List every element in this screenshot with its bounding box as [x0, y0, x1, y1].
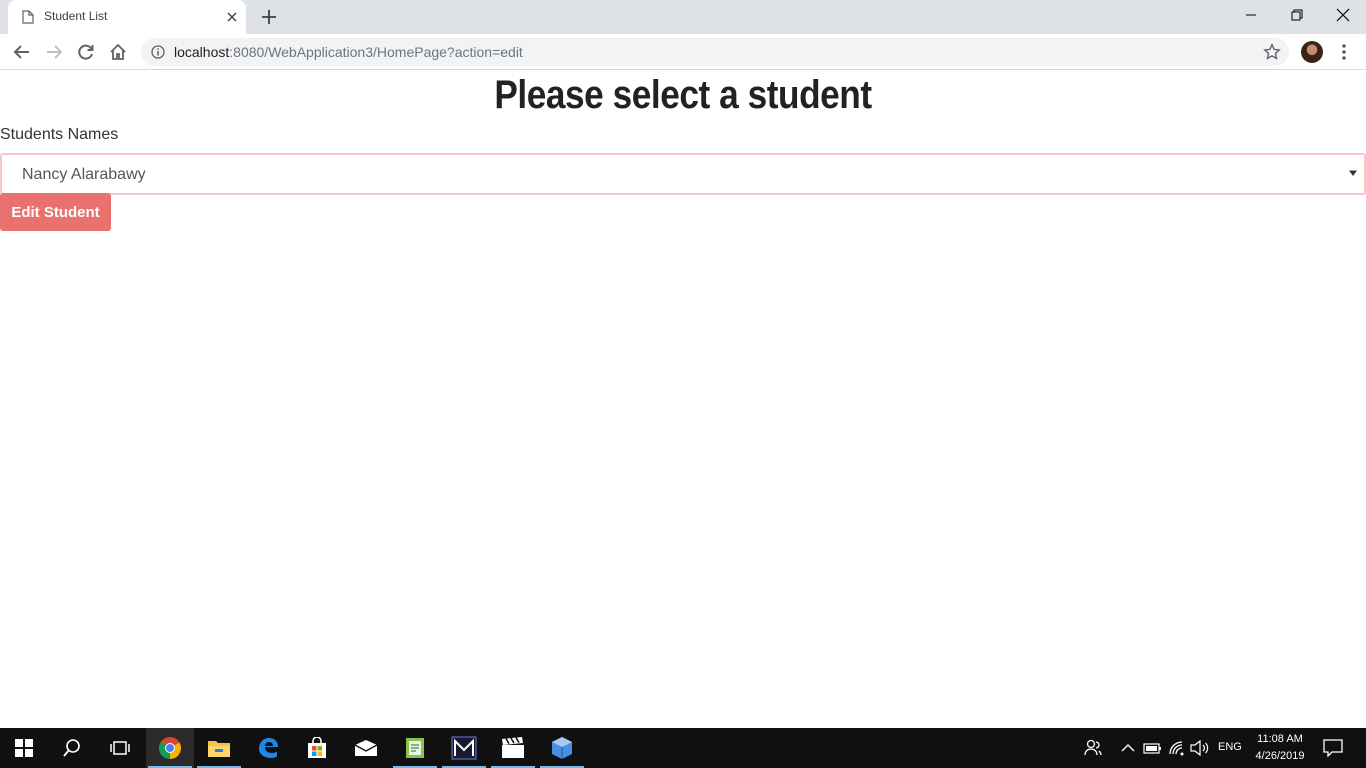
- wifi-icon: [1169, 741, 1184, 756]
- network-status[interactable]: [1167, 738, 1187, 758]
- action-center-button[interactable]: [1323, 738, 1343, 758]
- folder-icon: [208, 741, 230, 757]
- info-icon[interactable]: [151, 45, 165, 59]
- notification-icon: [1323, 739, 1343, 757]
- search-button[interactable]: [48, 728, 96, 768]
- clock-date: 4/26/2019: [1255, 750, 1305, 762]
- tab-close-icon[interactable]: [224, 9, 240, 25]
- taskbar-edge[interactable]: [244, 728, 292, 768]
- clock-time: 11:08 AM: [1257, 733, 1303, 745]
- back-button[interactable]: [10, 40, 34, 64]
- volume-control[interactable]: [1190, 738, 1210, 758]
- chevron-up-icon: [1121, 744, 1135, 752]
- chrome-icon: [159, 737, 181, 759]
- close-window-button[interactable]: [1320, 0, 1366, 30]
- people-button[interactable]: [1083, 738, 1103, 758]
- url-host: localhost: [174, 44, 230, 60]
- task-view-button[interactable]: [96, 728, 144, 768]
- store-bag-icon: [308, 737, 326, 758]
- mail-icon: [354, 740, 378, 756]
- people-icon: [1084, 739, 1102, 756]
- profile-avatar[interactable]: [1301, 41, 1323, 63]
- windows-taskbar: ENG 11:08 AM 4/26/2019: [0, 728, 1366, 768]
- start-button[interactable]: [0, 728, 48, 768]
- taskbar-chrome[interactable]: [146, 728, 194, 768]
- virtualbox-cube-icon: [552, 737, 572, 759]
- restore-button[interactable]: [1274, 0, 1320, 30]
- taskbar-notepad-app[interactable]: [391, 728, 439, 768]
- browser-toolbar: localhost:8080/WebApplication3/HomePage?…: [0, 34, 1366, 70]
- system-clock[interactable]: 11:08 AM 4/26/2019: [1255, 731, 1305, 765]
- close-icon: [1336, 8, 1350, 22]
- notepad-icon: [406, 738, 424, 758]
- speaker-icon: [1190, 740, 1209, 756]
- taskbar-movie-maker[interactable]: [489, 728, 537, 768]
- taskbar-file-explorer[interactable]: [195, 728, 243, 768]
- selected-student-value: Nancy Alarabawy: [22, 166, 146, 183]
- new-tab-icon[interactable]: [259, 7, 279, 27]
- student-select[interactable]: Nancy Alarabawy: [0, 153, 1366, 195]
- browser-tab-active[interactable]: Student List: [8, 0, 246, 34]
- browser-tabstrip: Student List: [0, 0, 1366, 34]
- page-content: Please select a student Students Names N…: [0, 71, 1366, 728]
- taskbar-store[interactable]: [293, 728, 341, 768]
- students-names-label: Students Names: [0, 126, 119, 143]
- windows-logo-icon: [15, 739, 33, 757]
- back-arrow-icon: [13, 45, 29, 59]
- edit-student-button[interactable]: Edit Student: [0, 193, 111, 231]
- taskbar-app-m[interactable]: [440, 728, 488, 768]
- reload-icon: [78, 44, 94, 60]
- bookmark-star-icon[interactable]: [1263, 43, 1281, 61]
- url-path: :8080/WebApplication3/HomePage?action=ed…: [229, 44, 523, 60]
- battery-status[interactable]: [1142, 738, 1162, 758]
- kebab-menu-icon[interactable]: [1334, 41, 1354, 63]
- forward-arrow-icon: [47, 45, 63, 59]
- app-m-icon: [451, 736, 477, 760]
- minimize-icon: [1246, 14, 1256, 16]
- minimize-button[interactable]: [1228, 0, 1274, 30]
- search-icon: [63, 739, 80, 757]
- home-button[interactable]: [106, 40, 130, 64]
- reload-button[interactable]: [74, 40, 98, 64]
- dropdown-arrow-icon: [1349, 170, 1357, 176]
- restore-icon: [1291, 9, 1303, 21]
- task-view-icon: [110, 741, 130, 755]
- home-icon: [110, 43, 126, 60]
- battery-icon: [1143, 743, 1161, 754]
- page-title: Please select a student: [494, 73, 872, 117]
- forward-button[interactable]: [42, 40, 66, 64]
- url-text: localhost:8080/WebApplication3/HomePage?…: [174, 44, 523, 60]
- tab-title: Student List: [44, 9, 108, 23]
- clapperboard-icon: [502, 737, 524, 758]
- edge-icon: [259, 738, 278, 758]
- taskbar-virtualbox[interactable]: [538, 728, 586, 768]
- show-hidden-icons-button[interactable]: [1118, 738, 1138, 758]
- page-icon: [22, 10, 34, 24]
- taskbar-mail[interactable]: [342, 728, 390, 768]
- input-language[interactable]: ENG: [1218, 741, 1242, 753]
- address-bar[interactable]: localhost:8080/WebApplication3/HomePage?…: [141, 38, 1289, 66]
